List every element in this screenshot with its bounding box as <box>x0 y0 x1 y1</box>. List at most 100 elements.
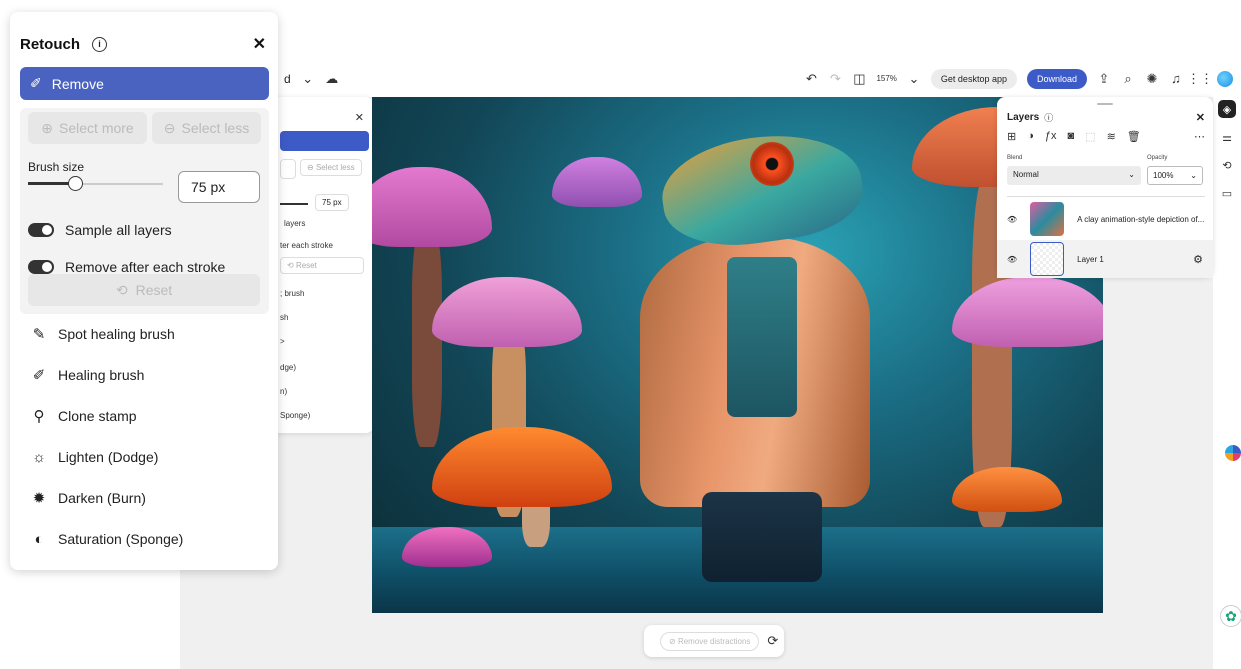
tool-lighten-dodge[interactable]: ☼ Lighten (Dodge) <box>30 448 158 466</box>
retouch-panel: Retouch i ✕ ✐ Remove ⊕ Select more ⊖ Sel… <box>10 12 278 570</box>
zoom-level[interactable]: 157% <box>876 74 896 83</box>
layer-thumbnail <box>1030 242 1065 276</box>
eye-icon[interactable]: 👁 <box>1007 215 1017 224</box>
remove-options: ⊕ Select more ⊖ Select less Brush size 7… <box>20 108 269 314</box>
info-icon[interactable]: ⓘ <box>1044 111 1053 124</box>
reset-icon: ⟲ <box>115 281 128 298</box>
avatar[interactable] <box>1217 70 1233 87</box>
brush-size-input[interactable]: 75 px <box>315 194 349 211</box>
compare-icon[interactable]: ◫ <box>852 71 866 86</box>
remove-after-stroke-row[interactable]: Remove after each stroke <box>28 259 225 275</box>
adjust-sliders-icon[interactable]: ⚌ <box>1218 128 1236 146</box>
tool-saturation-sponge[interactable]: ◐ Saturation (Sponge) <box>30 530 183 548</box>
drag-handle[interactable] <box>1097 103 1113 105</box>
saturation-icon: ◐ <box>34 530 44 548</box>
mask-icon[interactable]: ◙ <box>1068 130 1075 143</box>
slider-thumb[interactable] <box>68 176 84 191</box>
image-canvas[interactable] <box>372 97 1103 613</box>
redo-icon[interactable]: ↷ <box>828 71 842 86</box>
remove-button-partial[interactable] <box>280 131 369 151</box>
eye-icon[interactable]: 👁 <box>1007 255 1017 264</box>
close-icon[interactable]: ✕ <box>355 111 364 124</box>
remove-distractions-bar: ⊘ Remove distractions ⟳ <box>644 625 784 657</box>
tool-partial[interactable]: > <box>280 337 285 346</box>
more-icon[interactable]: ⋯ <box>1194 130 1205 143</box>
assistant-badge-icon[interactable] <box>1225 445 1241 461</box>
sample-layers-label: layers <box>284 219 306 228</box>
blend-mode-select[interactable]: Normal ⌄ <box>1007 166 1141 185</box>
undo-icon[interactable]: ↶ <box>804 71 818 86</box>
download-button[interactable]: Download <box>1026 68 1087 89</box>
close-icon[interactable]: ✕ <box>1196 111 1205 124</box>
search-icon[interactable]: ⌕ <box>1121 71 1135 86</box>
select-more-button[interactable]: ⊕ Select more <box>28 112 147 144</box>
brush-size-slider[interactable] <box>28 176 163 191</box>
lightbulb-icon[interactable]: ✺ <box>1145 71 1159 86</box>
layers-icon[interactable]: ◈ <box>1218 100 1236 118</box>
panel-title: Retouch <box>20 35 80 53</box>
brush-size-label: Brush size <box>28 160 85 174</box>
chevron-down-icon[interactable]: ⌄ <box>301 71 315 86</box>
opacity-select[interactable]: 100% ⌄ <box>1147 166 1203 185</box>
minus-circle-icon: ⊖ <box>163 119 176 136</box>
sun-outline-icon: ☼ <box>32 448 46 466</box>
effects-icon[interactable]: ƒx <box>1045 130 1057 143</box>
history-icon[interactable]: ⟲ <box>1218 156 1236 174</box>
select-less-button[interactable]: ⊖ Select less <box>300 159 362 176</box>
tool-partial[interactable]: n) <box>280 387 287 396</box>
layer-thumbnail <box>1030 202 1065 236</box>
plus-circle-icon: ⊕ <box>41 119 54 136</box>
layer-row[interactable]: 👁 Layer 1 ⚙ <box>997 240 1213 278</box>
blend-label: Blend <box>1007 155 1023 161</box>
add-layer-icon[interactable]: ⊞ <box>1007 130 1016 143</box>
ai-assistant-icon[interactable]: ✿ <box>1220 605 1241 627</box>
select-more-partial[interactable] <box>280 159 296 179</box>
trash-icon[interactable]: 🗑 <box>1127 130 1141 143</box>
layers-panel: Layers ⓘ ✕ ⊞ ◑ ƒx ◙ ⬚ ≋ 🗑 ⋯ Blend Opacit… <box>997 97 1213 278</box>
reset-button[interactable]: ⟲ Reset <box>28 274 260 306</box>
cloud-icon[interactable]: ☁ <box>325 71 339 86</box>
chevron-down-icon: ⌄ <box>1128 170 1135 179</box>
top-toolbar: d ⌄ ☁ ↶ ↷ ◫ 157% ⌄ Get desktop app Downl… <box>280 62 1241 95</box>
refresh-icon[interactable]: ⟳ <box>767 633 778 648</box>
document-name-partial[interactable]: d <box>284 72 291 86</box>
tool-partial[interactable]: dge) <box>280 363 296 372</box>
share-icon[interactable]: ⇪ <box>1097 71 1111 86</box>
brush-size-input[interactable]: 75 px <box>178 171 260 203</box>
sun-filled-icon: ✹ <box>32 490 46 507</box>
opacity-label: Opacity <box>1147 155 1168 161</box>
divider <box>1007 196 1205 197</box>
panel-title: Layers <box>1007 112 1040 123</box>
spot-healing-icon: ✎ <box>32 326 46 343</box>
layer-row[interactable]: 👁 A clay animation-style depiction of... <box>997 200 1213 238</box>
adjustment-icon[interactable]: ◑ <box>1027 130 1034 143</box>
tool-clone-stamp[interactable]: ⚲ Clone stamp <box>30 407 137 425</box>
remove-tool-button[interactable]: ✐ Remove <box>20 67 269 100</box>
tool-partial[interactable]: Sponge) <box>280 411 310 420</box>
zoom-chevron-icon[interactable]: ⌄ <box>907 71 921 86</box>
layer-properties-icon[interactable]: ⚙ <box>1193 253 1203 266</box>
healing-brush-icon: ✐ <box>32 367 46 384</box>
tool-partial[interactable]: ; brush <box>280 289 304 298</box>
apps-grid-icon[interactable]: ⋮⋮ <box>1187 71 1213 86</box>
info-icon[interactable]: i <box>92 36 107 52</box>
slider-partial[interactable] <box>280 203 308 205</box>
bell-icon[interactable]: ♫ <box>1169 71 1183 86</box>
tool-spot-healing-brush[interactable]: ✎ Spot healing brush <box>30 325 175 343</box>
reset-button[interactable]: ⟲ Reset <box>280 257 364 274</box>
remove-distractions-button[interactable]: ⊘ Remove distractions <box>660 631 760 651</box>
select-less-button[interactable]: ⊖ Select less <box>152 112 261 144</box>
comment-icon[interactable]: ▭ <box>1218 184 1236 202</box>
clip-icon[interactable]: ⬚ <box>1085 130 1095 143</box>
stack-icon[interactable]: ≋ <box>1107 130 1116 143</box>
get-desktop-app-button[interactable]: Get desktop app <box>930 68 1017 89</box>
remove-after-stroke-toggle[interactable] <box>28 260 54 274</box>
chevron-down-icon: ⌄ <box>1190 171 1197 180</box>
tool-partial[interactable]: sh <box>280 313 288 322</box>
sample-all-layers-row[interactable]: Sample all layers <box>28 222 172 238</box>
tool-healing-brush[interactable]: ✐ Healing brush <box>30 366 145 384</box>
clone-stamp-icon: ⚲ <box>33 408 45 425</box>
close-icon[interactable]: ✕ <box>253 34 266 54</box>
tool-darken-burn[interactable]: ✹ Darken (Burn) <box>30 489 146 507</box>
sample-all-layers-toggle[interactable] <box>28 223 54 237</box>
